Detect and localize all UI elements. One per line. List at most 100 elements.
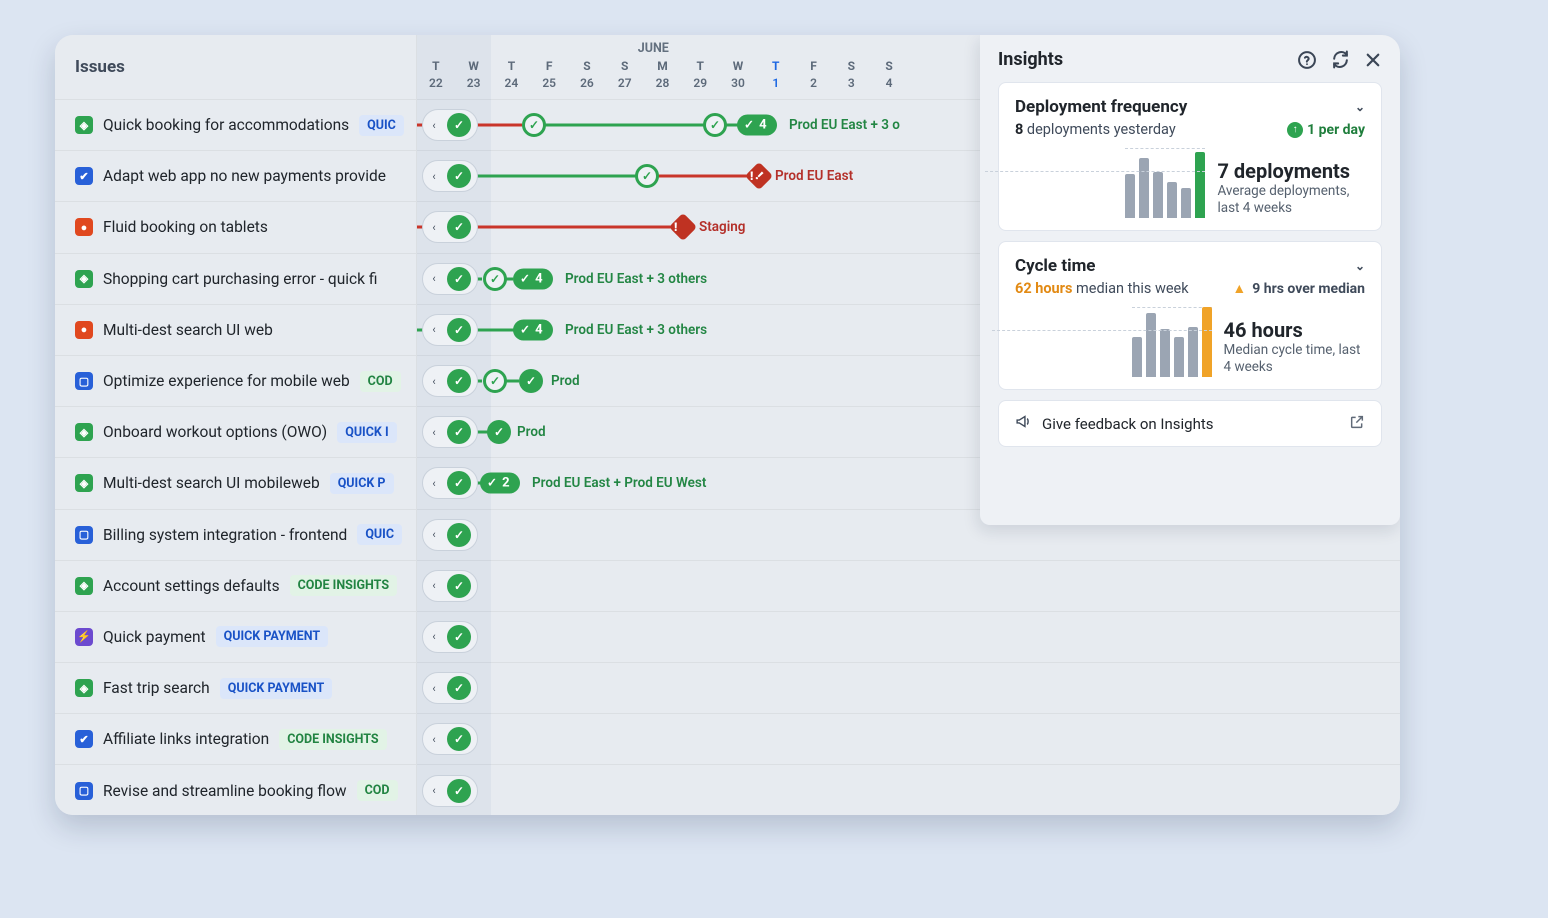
status-step-icon[interactable] [635,164,659,188]
chevron-left-icon[interactable]: ‹ [427,118,441,132]
status-success-icon[interactable] [447,318,471,342]
refresh-icon[interactable] [1331,50,1350,69]
chevron-left-icon[interactable]: ‹ [427,681,441,695]
issue-badge[interactable]: QUICK P [330,473,394,494]
chevron-down-icon[interactable]: ⌄ [1355,100,1365,114]
chevron-left-icon[interactable]: ‹ [427,784,441,798]
scroll-back-pill[interactable]: ‹ [422,211,478,243]
issue-badge[interactable]: CODE INSIGHTS [290,575,397,596]
close-icon[interactable] [1364,51,1382,69]
scroll-back-pill[interactable]: ‹ [422,519,478,551]
issue-row[interactable]: ✔Affiliate links integrationCODE INSIGHT… [55,713,416,764]
scroll-back-pill[interactable]: ‹ [422,723,478,755]
day-column[interactable]: S3 [832,59,870,90]
issue-row[interactable]: ◈Onboard workout options (OWO)QUICK I [55,406,416,457]
timeline-row[interactable]: ‹ [417,560,1400,611]
scroll-back-pill[interactable]: ‹ [422,263,478,295]
scroll-back-pill[interactable]: ‹ [422,467,478,499]
day-column[interactable]: T1 [757,59,795,90]
issue-badge[interactable]: COD [357,780,398,801]
status-success-icon[interactable] [447,369,471,393]
status-step-icon[interactable] [703,113,727,137]
status-success-icon[interactable] [447,471,471,495]
scroll-back-pill[interactable]: ‹ [422,160,478,192]
day-column[interactable]: S27 [606,59,644,90]
trend-up-icon: ↑ [1287,122,1303,138]
issue-row[interactable]: ◈Account settings defaultsCODE INSIGHTS [55,560,416,611]
scroll-back-pill[interactable]: ‹ [422,775,478,807]
deploy-count-pill[interactable]: 4 [513,319,553,340]
chevron-left-icon[interactable]: ‹ [427,272,441,286]
issue-row[interactable]: ◈Shopping cart purchasing error - quick … [55,253,416,304]
deployment-frequency-card[interactable]: Deployment frequency ⌄ 8 deployments yes… [998,82,1382,231]
chevron-left-icon[interactable]: ‹ [427,476,441,490]
issue-row[interactable]: ◈Quick booking for accommodationsQUIC [55,99,416,150]
deploy-count-pill[interactable]: 2 [480,473,520,494]
scroll-back-pill[interactable]: ‹ [422,109,478,141]
day-column[interactable]: W23 [455,59,493,90]
day-column[interactable]: M28 [644,59,682,90]
status-success-icon[interactable] [447,164,471,188]
chevron-left-icon[interactable]: ‹ [427,579,441,593]
day-column[interactable]: S26 [568,59,606,90]
timeline-row[interactable]: ‹ [417,713,1400,764]
scroll-back-pill[interactable]: ‹ [422,570,478,602]
status-step-icon[interactable] [483,369,507,393]
help-icon[interactable] [1297,50,1317,70]
issue-row[interactable]: ⚡Quick paymentQUICK PAYMENT [55,611,416,662]
issue-row[interactable]: ◈Fast trip searchQUICK PAYMENT [55,662,416,713]
chevron-left-icon[interactable]: ‹ [427,630,441,644]
issue-badge[interactable]: QUIC [359,115,404,136]
scroll-back-pill[interactable]: ‹ [422,314,478,346]
chevron-left-icon[interactable]: ‹ [427,220,441,234]
issues-list: ◈Quick booking for accommodationsQUIC✔Ad… [55,99,416,815]
issue-row[interactable]: ◈Multi-dest search UI mobilewebQUICK P [55,457,416,508]
day-column[interactable]: W30 [719,59,757,90]
issue-badge[interactable]: QUIC [357,524,402,545]
status-step-icon[interactable] [522,113,546,137]
cycle-time-card[interactable]: Cycle time ⌄ 62 hours median this week ▲… [998,241,1382,390]
timeline-row[interactable]: ‹ [417,611,1400,662]
external-link-icon[interactable] [1349,414,1365,434]
day-column[interactable]: S4 [870,59,908,90]
chevron-left-icon[interactable]: ‹ [427,425,441,439]
issue-row[interactable]: ●Fluid booking on tablets [55,201,416,252]
deploy-count-pill[interactable]: 4 [737,115,777,136]
timeline-row[interactable]: ‹ [417,764,1400,815]
day-column[interactable]: T22 [417,59,455,90]
chevron-left-icon[interactable]: ‹ [427,323,441,337]
scroll-back-pill[interactable]: ‹ [422,416,478,448]
issue-badge[interactable]: CODE INSIGHTS [279,729,386,750]
scroll-back-pill[interactable]: ‹ [422,672,478,704]
timeline-row[interactable]: ‹ [417,662,1400,713]
status-success-icon[interactable] [447,113,471,137]
chevron-down-icon[interactable]: ⌄ [1355,259,1365,273]
status-success-icon[interactable] [519,369,543,393]
status-success-icon[interactable] [487,420,511,444]
status-success-icon[interactable] [447,267,471,291]
issue-row[interactable]: ▢Revise and streamline booking flowCOD [55,764,416,815]
day-column[interactable]: F2 [795,59,833,90]
chevron-left-icon[interactable]: ‹ [427,528,441,542]
issue-badge[interactable]: QUICK PAYMENT [216,626,329,647]
issue-badge[interactable]: QUICK PAYMENT [220,678,333,699]
day-column[interactable]: F25 [530,59,568,90]
day-column[interactable]: T24 [493,59,531,90]
chevron-left-icon[interactable]: ‹ [427,732,441,746]
scroll-back-pill[interactable]: ‹ [422,365,478,397]
issue-row[interactable]: ▢Optimize experience for mobile webCOD [55,355,416,406]
issue-row[interactable]: ✔Adapt web app no new payments provide [55,150,416,201]
issue-row[interactable]: ▢Billing system integration - frontendQU… [55,509,416,560]
feedback-link[interactable]: Give feedback on Insights [998,400,1382,447]
scroll-back-pill[interactable]: ‹ [422,621,478,653]
issue-row[interactable]: ●Multi-dest search UI web [55,304,416,355]
chevron-left-icon[interactable]: ‹ [427,374,441,388]
issue-badge[interactable]: COD [360,371,401,392]
status-success-icon[interactable] [447,215,471,239]
day-column[interactable]: T29 [681,59,719,90]
issue-badge[interactable]: QUICK I [337,422,396,443]
status-success-icon[interactable] [447,420,471,444]
chevron-left-icon[interactable]: ‹ [427,169,441,183]
deploy-count-pill[interactable]: 4 [513,268,553,289]
status-step-icon[interactable] [483,267,507,291]
